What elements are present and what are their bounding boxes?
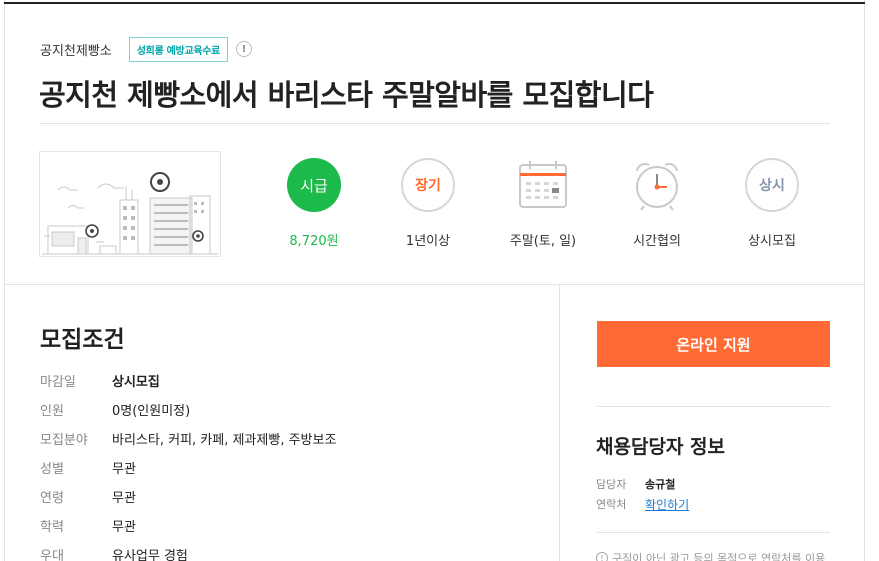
contact-notice: ! 구직이 아닌 광고 등의 목적으로 연락처를 이용: [596, 550, 825, 561]
notice-text: 구직이 아닌 광고 등의 목적으로 연락처를 이용: [612, 552, 826, 561]
long-term-circle: 장기: [401, 158, 455, 212]
deadline-label: 상시모집: [748, 234, 796, 249]
wage-amount: 8,720원: [289, 234, 339, 249]
condition-key: 성별: [40, 462, 64, 477]
stat-days: 주말(토, 일): [488, 158, 598, 249]
sidebar-divider: [597, 406, 830, 407]
company-illustration: [39, 151, 221, 257]
sidebar-divider: [597, 532, 830, 533]
condition-value: 0명(인원미정): [112, 404, 191, 419]
contact-title: 채용담당자 정보: [596, 436, 725, 458]
condition-key: 학력: [40, 520, 64, 535]
section-divider: [4, 284, 865, 285]
condition-key: 모집분야: [40, 433, 88, 448]
page-title: 공지천 제빵소에서 바리스타 주말알바를 모집합니다: [39, 78, 654, 112]
conditions-list: 마감일 상시모집 인원 0명(인원미정) 모집분야 바리스타, 커피, 카페, …: [40, 366, 336, 561]
calendar-icon: [516, 158, 570, 212]
condition-value: 상시모집: [112, 375, 160, 390]
condition-key: 마감일: [40, 375, 76, 390]
condition-key: 우대: [40, 549, 64, 561]
company-row: 공지천제빵소 성희롱 예방교육수료 !: [40, 36, 253, 62]
column-divider: [559, 284, 560, 561]
info-icon: !: [596, 552, 608, 561]
harassment-training-badge: 성희롱 예방교육수료: [128, 36, 229, 62]
condition-row-gender: 성별 무관: [40, 453, 336, 482]
info-icon[interactable]: !: [236, 41, 253, 57]
wage-circle: 시급: [287, 158, 341, 212]
condition-key: 연령: [40, 491, 64, 506]
condition-row-age: 연령 무관: [40, 482, 336, 511]
condition-row-education: 학력 무관: [40, 511, 336, 540]
condition-value: 무관: [112, 462, 136, 477]
stat-deadline: 상시 상시모집: [717, 158, 827, 249]
stat-period: 장기 1년이상: [373, 158, 483, 249]
stat-time: 시간협의: [602, 158, 712, 249]
condition-row-headcount: 인원 0명(인원미정): [40, 395, 336, 424]
condition-key: 인원: [40, 404, 64, 419]
condition-value: 무관: [112, 491, 136, 506]
title-divider: [40, 123, 830, 124]
contact-row-phone: 연락처 확인하기: [596, 494, 689, 514]
alarm-clock-icon: [630, 158, 684, 212]
top-border: [4, 2, 865, 4]
conditions-title: 모집조건: [40, 327, 125, 353]
stat-wage: 시급 8,720원: [259, 158, 369, 249]
show-phone-link[interactable]: 확인하기: [645, 496, 689, 513]
condition-row-preference: 우대 유사업무 경험: [40, 540, 336, 561]
condition-row-deadline: 마감일 상시모집: [40, 366, 336, 395]
condition-value: 무관: [112, 520, 136, 535]
always-circle: 상시: [745, 158, 799, 212]
period-label: 1년이상: [405, 234, 451, 249]
contact-row-manager: 담당자 송규철: [596, 474, 689, 494]
contact-key: 연락처: [596, 498, 627, 511]
condition-row-field: 모집분야 바리스타, 커피, 카페, 제과제빵, 주방보조: [40, 424, 336, 453]
time-label: 시간협의: [633, 234, 681, 249]
contact-key: 담당자: [596, 478, 627, 491]
company-name[interactable]: 공지천제빵소: [40, 40, 112, 59]
condition-value: 유사업무 경험: [112, 549, 188, 561]
contact-list: 담당자 송규철 연락처 확인하기: [596, 474, 689, 514]
condition-value: 바리스타, 커피, 카페, 제과제빵, 주방보조: [112, 433, 337, 448]
manager-name: 송규철: [645, 478, 676, 491]
days-label: 주말(토, 일): [509, 234, 577, 249]
online-apply-button[interactable]: 온라인 지원: [597, 321, 830, 367]
